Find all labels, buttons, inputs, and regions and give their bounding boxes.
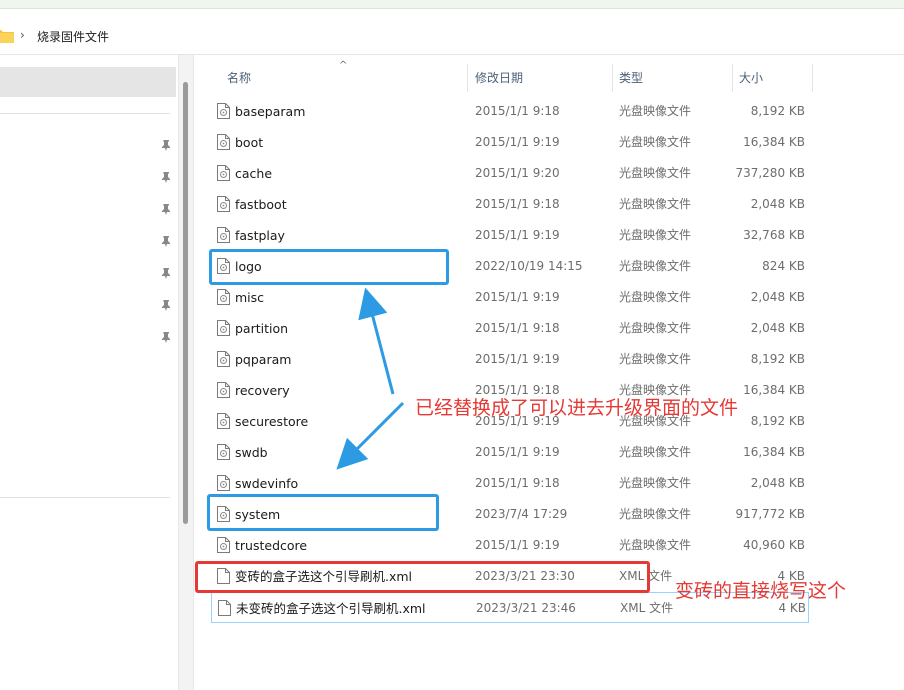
red-annotation: 变砖的直接烧写这个 bbox=[675, 580, 847, 602]
arrow-to-logo bbox=[358, 287, 395, 395]
arrow-to-system bbox=[336, 401, 405, 470]
blue-annotation: 已经替换成了可以进去升级界面的文件 bbox=[415, 397, 739, 419]
